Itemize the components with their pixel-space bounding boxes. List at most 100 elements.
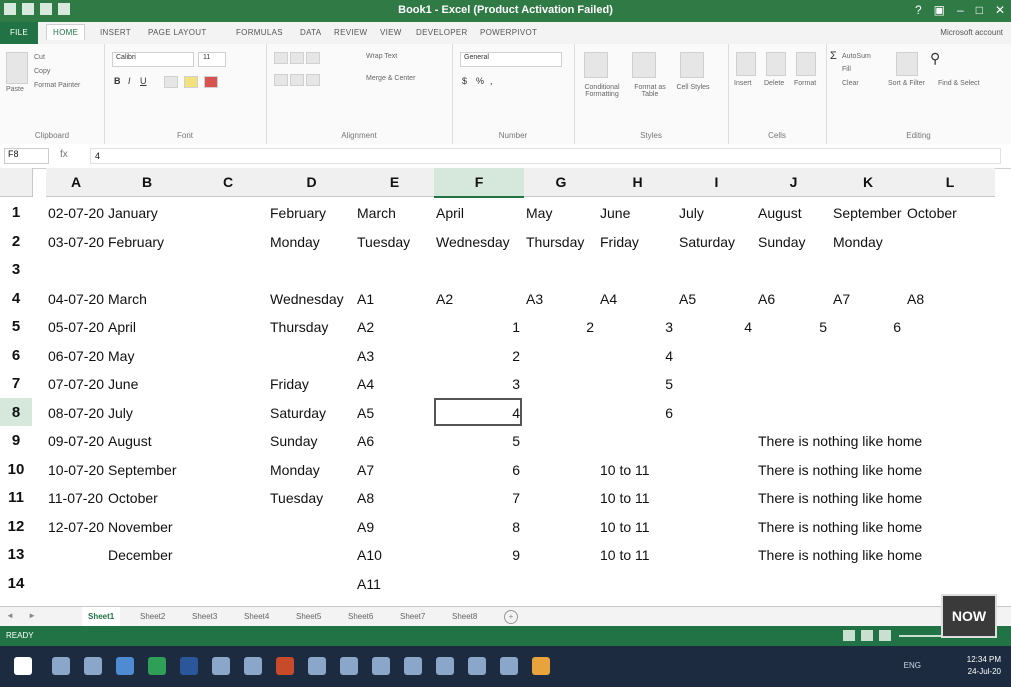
- row-header-2[interactable]: 2: [0, 226, 32, 257]
- cell-a5[interactable]: 05-07-20: [48, 312, 104, 342]
- find-select-button[interactable]: Find & Select: [938, 80, 980, 87]
- cell-b2[interactable]: February: [108, 227, 164, 257]
- notepad-icon[interactable]: [372, 657, 390, 675]
- page-layout-view-icon[interactable]: [861, 630, 873, 641]
- cell-j9[interactable]: There is nothing like home: [758, 426, 922, 456]
- cell-e7[interactable]: A4: [357, 369, 374, 399]
- cell-b13[interactable]: December: [108, 540, 173, 570]
- cell-j13[interactable]: There is nothing like home: [758, 540, 922, 570]
- format-as-table-icon[interactable]: [632, 52, 656, 78]
- cell-i4[interactable]: A5: [679, 284, 696, 314]
- cell-e8[interactable]: A5: [357, 398, 374, 428]
- cell-f12[interactable]: 8: [436, 512, 520, 542]
- format-as-table-button[interactable]: Format as Table: [628, 84, 672, 98]
- cell-g2[interactable]: Thursday: [526, 227, 584, 257]
- cell-b10[interactable]: September: [108, 455, 176, 485]
- cell-a4[interactable]: 04-07-20: [48, 284, 104, 314]
- help-icon[interactable]: ?: [915, 3, 922, 17]
- cell-k4[interactable]: A7: [833, 284, 850, 314]
- row-header-12[interactable]: 12: [0, 511, 32, 542]
- column-header-f[interactable]: F: [434, 168, 524, 198]
- maximize-button[interactable]: □: [976, 3, 983, 17]
- cell-a7[interactable]: 07-07-20: [48, 369, 104, 399]
- sheet-nav-arrows-icon[interactable]: ◄ ►: [6, 611, 42, 620]
- cell-a12[interactable]: 12-07-20: [48, 512, 104, 542]
- cell-e1[interactable]: March: [357, 198, 396, 228]
- sort-filter-button[interactable]: Sort & Filter: [888, 80, 925, 87]
- column-header-b[interactable]: B: [106, 168, 188, 197]
- formula-input[interactable]: 4: [90, 148, 1001, 164]
- cell-b12[interactable]: November: [108, 512, 173, 542]
- tab-page-layout[interactable]: PAGE LAYOUT: [148, 28, 207, 37]
- cell-f5[interactable]: 1: [436, 312, 520, 342]
- conditional-formatting-icon[interactable]: [584, 52, 608, 78]
- binoculars-icon[interactable]: ⚲: [930, 50, 940, 67]
- cell-f13[interactable]: 9: [436, 540, 520, 570]
- align-right-icon[interactable]: [306, 74, 320, 86]
- autosum-button[interactable]: AutoSum: [842, 53, 871, 60]
- column-header-j[interactable]: J: [756, 168, 831, 197]
- page-break-view-icon[interactable]: [879, 630, 891, 641]
- cell-h1[interactable]: June: [600, 198, 630, 228]
- comma-icon[interactable]: ,: [490, 76, 493, 86]
- copy-button[interactable]: Copy: [34, 68, 50, 75]
- cell-j2[interactable]: Sunday: [758, 227, 805, 257]
- cell-h5[interactable]: 3: [600, 312, 673, 342]
- cell-f10[interactable]: 6: [436, 455, 520, 485]
- delete-cells-icon[interactable]: [766, 52, 786, 76]
- powerpoint-icon[interactable]: [276, 657, 294, 675]
- tab-review[interactable]: REVIEW: [334, 28, 367, 37]
- cell-f11[interactable]: 7: [436, 483, 520, 513]
- row-header-14[interactable]: 14: [0, 568, 32, 599]
- cell-l4[interactable]: A8: [907, 284, 924, 314]
- bold-button[interactable]: B: [114, 76, 121, 86]
- select-all-corner[interactable]: [0, 168, 33, 197]
- sort-filter-icon[interactable]: [896, 52, 918, 76]
- column-header-l[interactable]: L: [905, 168, 995, 197]
- cell-f6[interactable]: 2: [436, 341, 520, 371]
- sheet-tab-3[interactable]: Sheet3: [186, 607, 223, 627]
- spreadsheet-grid[interactable]: A B C D E F G H I J K L 1 2 3 4 5 6 7 8 9 10 11 12 13 14 02-07-20 J…: [0, 168, 1011, 606]
- cell-e5[interactable]: A2: [357, 312, 374, 342]
- sheet-tab-8[interactable]: Sheet8: [446, 607, 483, 627]
- calculator-icon[interactable]: [340, 657, 358, 675]
- windows-start-icon[interactable]: [14, 657, 32, 675]
- row-header-8[interactable]: 8: [0, 397, 32, 428]
- chrome-icon[interactable]: [84, 657, 102, 675]
- tab-view[interactable]: VIEW: [380, 28, 402, 37]
- account-link[interactable]: Microsoft account: [940, 28, 1003, 37]
- word-icon[interactable]: [180, 657, 198, 675]
- settings-app-icon[interactable]: [468, 657, 486, 675]
- sheet-tab-6[interactable]: Sheet6: [342, 607, 379, 627]
- cell-g4[interactable]: A3: [526, 284, 543, 314]
- cell-f7[interactable]: 3: [436, 369, 520, 399]
- cell-e9[interactable]: A6: [357, 426, 374, 456]
- fill-color-icon[interactable]: [184, 76, 198, 88]
- paint-icon[interactable]: [532, 657, 550, 675]
- media-player-icon[interactable]: [244, 657, 262, 675]
- cell-b7[interactable]: June: [108, 369, 138, 399]
- cell-a11[interactable]: 11-07-20: [48, 483, 103, 513]
- format-button[interactable]: Format: [794, 80, 816, 87]
- cell-h7[interactable]: 5: [600, 369, 673, 399]
- cell-a8[interactable]: 08-07-20: [48, 398, 104, 428]
- row-header-9[interactable]: 9: [0, 426, 32, 456]
- cell-i5[interactable]: 4: [679, 312, 752, 342]
- insert-cells-icon[interactable]: [736, 52, 756, 76]
- cell-e13[interactable]: A10: [357, 540, 382, 570]
- percent-icon[interactable]: %: [476, 76, 484, 86]
- tab-home[interactable]: HOME: [46, 24, 86, 40]
- cell-b9[interactable]: August: [108, 426, 152, 456]
- cell-b5[interactable]: April: [108, 312, 136, 342]
- cell-k2[interactable]: Monday: [833, 227, 883, 257]
- cell-i2[interactable]: Saturday: [679, 227, 735, 257]
- fill-button[interactable]: Fill: [842, 66, 851, 73]
- format-painter-button[interactable]: Format Painter: [34, 82, 80, 89]
- cell-h11[interactable]: 10 to 11: [600, 483, 650, 513]
- cell-h2[interactable]: Friday: [600, 227, 639, 257]
- tab-data[interactable]: DATA: [300, 28, 321, 37]
- file-explorer-icon[interactable]: [52, 657, 70, 675]
- align-left-icon[interactable]: [274, 74, 288, 86]
- system-clock[interactable]: 12:34 PM 24-Jul-20: [967, 654, 1001, 678]
- cell-e14[interactable]: A11: [357, 569, 381, 599]
